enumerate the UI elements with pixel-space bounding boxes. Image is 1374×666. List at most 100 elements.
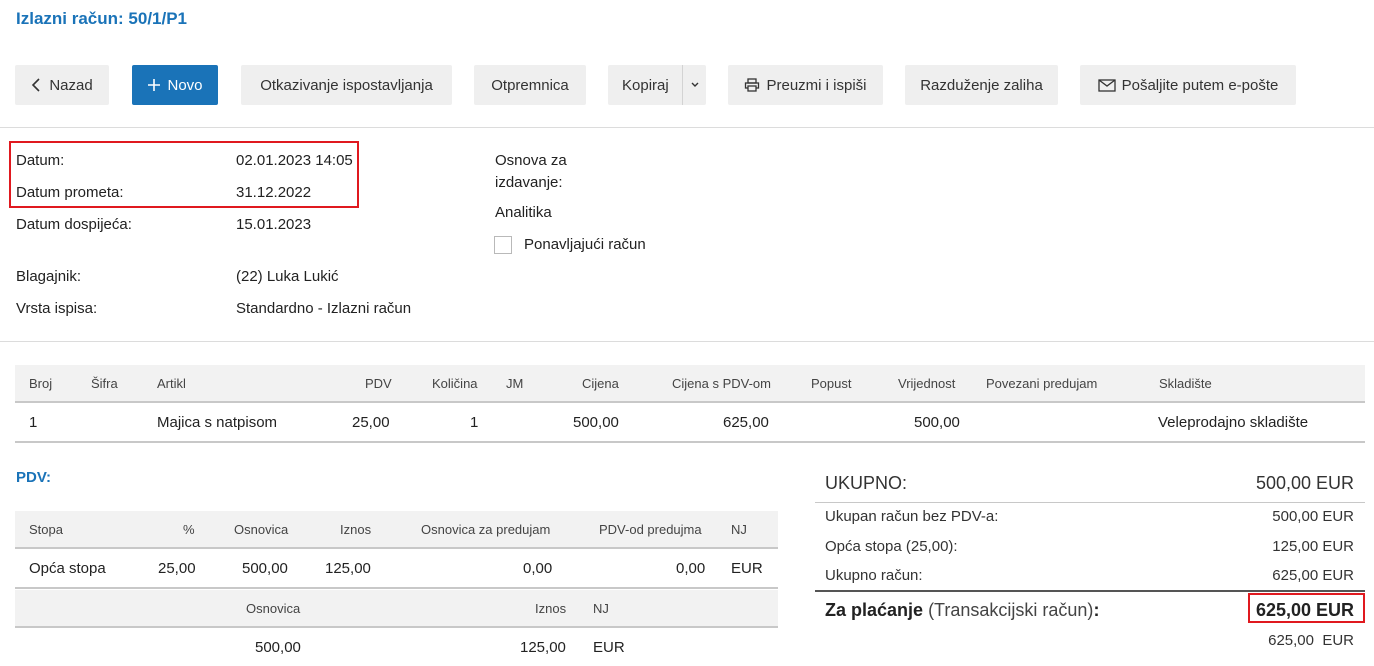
print-type-value: Standardno - Izlazni račun — [236, 300, 412, 317]
print-type-label: Vrsta ispisa: — [16, 300, 98, 317]
cell-skladiste: Veleprodajno skladište — [1158, 414, 1309, 431]
col-skladiste: Skladište — [1159, 376, 1212, 391]
cell-nj: EUR — [731, 560, 763, 577]
cell-broj: 1 — [29, 414, 38, 431]
gross-total-label: Ukupno račun: — [825, 567, 923, 584]
chevron-left-icon — [31, 78, 43, 92]
cell-stopa: Opća stopa — [29, 560, 106, 577]
back-button-label: Nazad — [49, 76, 93, 94]
cell-artikl: Majica s natpisom — [157, 414, 278, 431]
col-kolicina: Količina — [432, 376, 478, 391]
download-print-button[interactable]: Preuzmi i ispiši — [728, 65, 883, 105]
download-print-label: Preuzmi i ispiši — [766, 76, 867, 94]
amount-due-label-note: (Transakcijski račun) — [928, 600, 1094, 620]
cell-osnovica: 500,00 — [242, 560, 288, 577]
total-value: 500,00 EUR — [1255, 473, 1354, 493]
cell-cijena: 500,00 — [573, 414, 619, 431]
cell-vrijednost: 500,00 — [914, 414, 960, 431]
cell-summary-nj: EUR — [593, 639, 625, 656]
col-summary-osnovica: Osnovica — [246, 601, 301, 616]
col-jm: JM — [506, 376, 524, 391]
recurring-invoice-checkbox[interactable] — [494, 236, 512, 254]
copy-dropdown-toggle[interactable] — [682, 65, 706, 105]
col-nj: NJ — [731, 522, 747, 537]
cell-kolicina: 1 — [470, 414, 479, 431]
total-label: UKUPNO: — [825, 473, 908, 493]
col-osnovica: Osnovica — [234, 522, 289, 537]
col-osnovica-predujam: Osnovica za predujam — [421, 522, 551, 537]
basis-label-line2: izdavanje: — [495, 174, 563, 191]
col-percent: % — [183, 522, 195, 537]
due-date-value: 15.01.2023 — [236, 216, 312, 233]
col-cijena: Cijena — [582, 376, 619, 391]
cell-pdv: 25,00 — [352, 414, 390, 431]
cell-pdv-predujam: 0,00 — [676, 560, 706, 577]
col-iznos: Iznos — [340, 522, 372, 537]
cell-summary-osnovica: 500,00 — [255, 639, 301, 656]
cell-summary-iznos: 125,00 — [520, 639, 566, 656]
col-cijena-pdv: Cijena s PDV-om — [672, 376, 771, 391]
gross-total-value: 625,00 EUR — [1272, 567, 1354, 584]
col-pdv-predujam: PDV-od predujma — [599, 522, 702, 537]
col-popust: Popust — [811, 376, 852, 391]
send-email-label: Pošaljite putem e-pošte — [1121, 76, 1279, 94]
items-table-header: Broj Šifra Artikl PDV Količina JM Cijena… — [15, 365, 1365, 403]
plus-icon — [147, 78, 161, 92]
stock-discharge-label: Razduženje zaliha — [920, 76, 1043, 94]
vat-summary-row: 500,00 125,00 EUR — [15, 628, 778, 666]
cashier-label: Blagajnik: — [16, 268, 82, 285]
vat-table-header: Stopa % Osnovica Iznos Osnovica za predu… — [15, 511, 778, 549]
toolbar: Nazad Novo Otkazivanje ispostavljanja Ot… — [0, 44, 1374, 128]
turnover-date-label: Datum prometa: — [16, 184, 124, 201]
copy-label: Kopiraj — [622, 76, 669, 94]
back-button[interactable]: Nazad — [15, 65, 109, 105]
printer-icon — [744, 78, 760, 92]
copy-button[interactable]: Kopiraj — [608, 65, 706, 105]
table-row[interactable]: 1 Majica s natpisom 25,00 1 500,00 625,0… — [15, 403, 1365, 443]
recurring-invoice-label: Ponavljajući račun — [524, 236, 646, 253]
net-total-value: 500,00 EUR — [1272, 508, 1354, 525]
cell-iznos: 125,00 — [325, 560, 371, 577]
cell-cijena-pdv: 625,00 — [723, 414, 769, 431]
stock-discharge-button[interactable]: Razduženje zaliha — [905, 65, 1058, 105]
send-email-button[interactable]: Pošaljite putem e-pošte — [1080, 65, 1296, 105]
cashier-value: (22) Luka Lukić — [236, 268, 339, 285]
std-rate-label: Opća stopa (25,00): — [825, 538, 958, 555]
col-povezani-predujam: Povezani predujam — [986, 376, 1098, 391]
amount-due-colon: : — [1093, 600, 1100, 620]
net-total-label: Ukupan račun bez PDV-a: — [825, 508, 999, 525]
delivery-note-label: Otpremnica — [491, 76, 569, 94]
cell-osnovica-predujam: 0,00 — [523, 560, 553, 577]
section-divider — [0, 341, 1374, 342]
col-summary-nj: NJ — [593, 601, 609, 616]
std-rate-value: 125,00 EUR — [1272, 538, 1354, 555]
col-summary-iznos: Iznos — [535, 601, 567, 616]
analytics-label: Analitika — [495, 204, 552, 221]
amount-due-label: Za plaćanje (Transakcijski račun): — [825, 600, 1099, 621]
new-button[interactable]: Novo — [132, 65, 218, 105]
vat-summary-header: Osnovica Iznos NJ — [15, 590, 778, 628]
date-label: Datum: — [16, 152, 65, 169]
cancel-issue-button[interactable]: Otkazivanje ispostavljanja — [241, 65, 452, 105]
amount-due-sub-value: 625,00 EUR — [1268, 632, 1354, 649]
amount-due-highlight-box — [1248, 593, 1365, 623]
col-stopa: Stopa — [29, 522, 63, 537]
col-vrijednost: Vrijednost — [898, 376, 956, 391]
turnover-date-value: 31.12.2022 — [236, 184, 312, 201]
envelope-icon — [1097, 78, 1116, 92]
date-value: 02.01.2023 14:05 — [236, 152, 353, 169]
page-header: Izlazni račun: 50/1/P1 — [0, 0, 1374, 44]
page-title: Izlazni račun: 50/1/P1 — [16, 9, 188, 28]
vat-table-row: Opća stopa 25,00 500,00 125,00 0,00 0,00… — [15, 549, 778, 589]
due-date-label: Datum dospijeća: — [16, 216, 132, 233]
col-sifra: Šifra — [91, 376, 118, 391]
col-artikl: Artikl — [157, 376, 186, 391]
col-broj: Broj — [29, 376, 53, 391]
new-button-label: Novo — [167, 76, 203, 94]
col-pdv: PDV — [365, 376, 392, 391]
basis-label-line1: Osnova za — [495, 152, 567, 169]
delivery-note-button[interactable]: Otpremnica — [474, 65, 586, 105]
vat-section-title: PDV: — [16, 469, 52, 486]
chevron-down-icon — [690, 81, 700, 89]
totals-header: UKUPNO: 500,00 EUR — [815, 466, 1365, 503]
